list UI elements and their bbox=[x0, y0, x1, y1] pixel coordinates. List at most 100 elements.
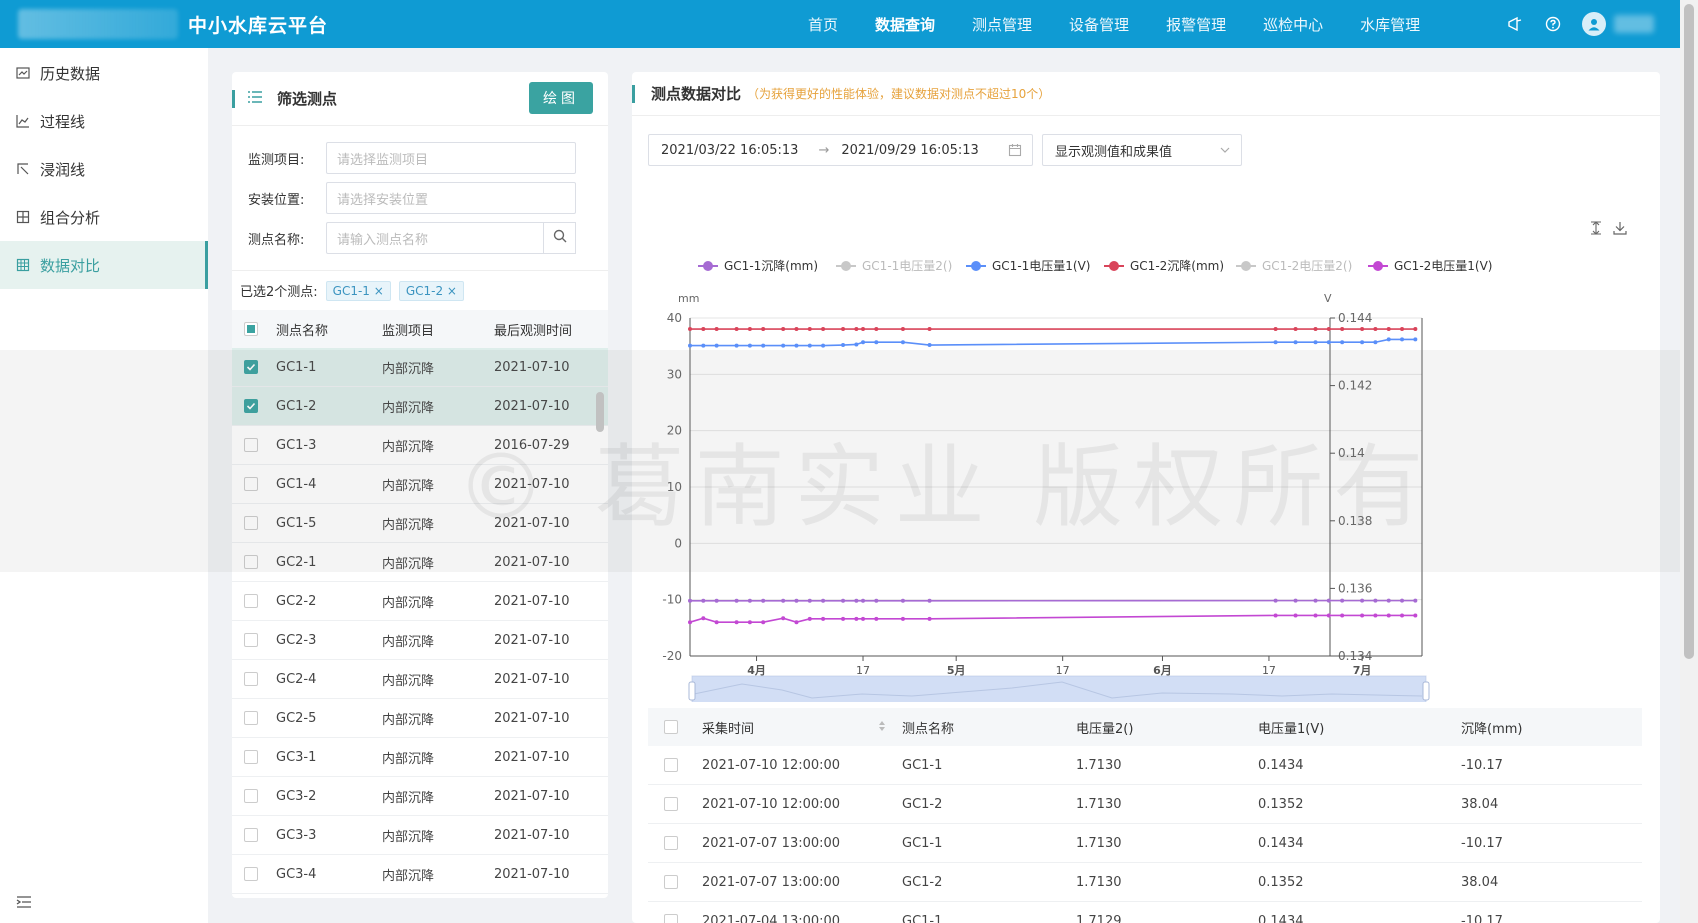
table-row[interactable]: 2021-07-10 12:00:00 GC1-1 1.7130 0.1434 -10.… bbox=[648, 746, 1642, 785]
user-name[interactable] bbox=[1614, 15, 1654, 33]
series-line-2 bbox=[690, 338, 1416, 347]
row-checkbox[interactable] bbox=[664, 914, 678, 923]
select-all-rows-checkbox[interactable] bbox=[664, 720, 678, 734]
table-row[interactable]: GC2-2 内部沉降 2021-07-10 bbox=[232, 582, 608, 621]
row-checkbox[interactable] bbox=[244, 594, 258, 608]
monitor-item: 内部沉降 bbox=[382, 790, 435, 806]
table-row[interactable]: GC1-4 内部沉降 2021-07-10 bbox=[232, 465, 608, 504]
table-row[interactable]: GC1-3 内部沉降 2016-07-29 bbox=[232, 426, 608, 465]
sidebar-item-history[interactable]: 历史数据 bbox=[0, 49, 208, 97]
row-checkbox[interactable] bbox=[244, 360, 258, 374]
nav-data-query[interactable]: 数据查询 bbox=[875, 14, 935, 35]
nav-inspection-center[interactable]: 巡检中心 bbox=[1263, 14, 1323, 35]
sidebar-item-data-compare[interactable]: 数据对比 bbox=[0, 241, 208, 289]
row-checkbox[interactable] bbox=[664, 836, 678, 850]
table-row[interactable]: GC2-3 内部沉降 2021-07-10 bbox=[232, 621, 608, 660]
data-point-2 bbox=[821, 343, 826, 348]
nav-home[interactable]: 首页 bbox=[808, 14, 838, 35]
date-start[interactable]: 2021/03/22 16:05:13 bbox=[661, 143, 798, 158]
nav-reservoir-management[interactable]: 水库管理 bbox=[1360, 14, 1420, 35]
row-checkbox[interactable] bbox=[244, 477, 258, 491]
table-row[interactable]: GC2-1 内部沉降 2021-07-10 bbox=[232, 543, 608, 582]
row-checkbox[interactable] bbox=[244, 711, 258, 725]
row-checkbox[interactable] bbox=[244, 399, 258, 413]
data-zoom-handle[interactable] bbox=[688, 681, 696, 701]
data-point-0 bbox=[734, 598, 739, 603]
table-row[interactable]: 2021-07-07 13:00:00 GC1-1 1.7130 0.1434 -10.… bbox=[648, 824, 1642, 863]
monitor-item: 内部沉降 bbox=[382, 400, 435, 416]
app-title: 中小水库云平台 bbox=[188, 14, 329, 37]
data-point-2 bbox=[781, 343, 786, 348]
selected-tag[interactable]: GC1-2 × bbox=[398, 280, 464, 301]
date-range-picker[interactable]: 2021/03/22 16:05:13 → 2021/09/29 16:05:1… bbox=[648, 134, 1033, 166]
sidebar-item-process-line[interactable]: 过程线 bbox=[0, 97, 208, 145]
date-end[interactable]: 2021/09/29 16:05:13 bbox=[841, 143, 978, 158]
megaphone-icon[interactable] bbox=[1506, 15, 1524, 33]
row-checkbox[interactable] bbox=[244, 633, 258, 647]
nav-point-management[interactable]: 测点管理 bbox=[972, 14, 1032, 35]
page-scrollbar-thumb[interactable] bbox=[1684, 4, 1694, 659]
calendar-icon[interactable] bbox=[1008, 143, 1022, 161]
help-icon[interactable] bbox=[1544, 15, 1562, 33]
nav-alarm-management[interactable]: 报警管理 bbox=[1166, 14, 1226, 35]
point-name: GC3-4 bbox=[276, 866, 317, 882]
select-all-checkbox[interactable] bbox=[244, 322, 258, 336]
data-point-5 bbox=[841, 616, 846, 621]
legend-item-label[interactable]: GC1-1沉降(mm) bbox=[724, 259, 818, 273]
table-row[interactable]: GC3-1 内部沉降 2021-07-10 bbox=[232, 738, 608, 777]
table-row[interactable]: 2021-07-04 13:00:00 GC1-1 1.7129 0.1434 -10.… bbox=[648, 902, 1642, 923]
row-checkbox[interactable] bbox=[244, 750, 258, 764]
table-row[interactable]: GC2-5 内部沉降 2021-07-10 bbox=[232, 699, 608, 738]
row-checkbox[interactable] bbox=[244, 555, 258, 569]
table-row[interactable]: GC3-2 内部沉降 2021-07-10 bbox=[232, 777, 608, 816]
table-row[interactable]: GC1-5 内部沉降 2021-07-10 bbox=[232, 504, 608, 543]
data-point-5 bbox=[1373, 613, 1378, 618]
data-point-0 bbox=[900, 598, 905, 603]
legend-item-label[interactable]: GC1-1电压量2() bbox=[862, 259, 952, 273]
row-checkbox[interactable] bbox=[244, 516, 258, 530]
row-checkbox[interactable] bbox=[664, 758, 678, 772]
sort-icon[interactable] bbox=[878, 720, 886, 736]
row-checkbox[interactable] bbox=[244, 789, 258, 803]
x-tick-label: 17 bbox=[856, 664, 870, 677]
column-header-time[interactable]: 采集时间 bbox=[694, 718, 894, 737]
voltage2-value: 1.7129 bbox=[1076, 913, 1122, 923]
monitor-item-select[interactable]: 请选择监测项目 bbox=[326, 142, 576, 174]
page-scrollbar[interactable] bbox=[1680, 0, 1698, 923]
legend-item-label[interactable]: GC1-1电压量1(V) bbox=[992, 259, 1091, 273]
display-mode-select[interactable]: 显示观测值和成果值 bbox=[1042, 134, 1242, 166]
collapse-sidebar-icon[interactable] bbox=[16, 895, 32, 909]
table-row[interactable]: 2021-07-07 13:00:00 GC1-2 1.7130 0.1352 38.0… bbox=[648, 863, 1642, 902]
sidebar-item-combined-analysis[interactable]: 组合分析 bbox=[0, 193, 208, 241]
y-tick-label-left: 0 bbox=[674, 536, 682, 550]
table-row[interactable]: GC3-3 内部沉降 2021-07-10 bbox=[232, 816, 608, 855]
data-point-5 bbox=[900, 616, 905, 621]
table-row[interactable]: GC1-2 内部沉降 2021-07-10 bbox=[232, 387, 608, 426]
table-row[interactable]: GC1-1 内部沉降 2021-07-10 bbox=[232, 348, 608, 387]
draw-button[interactable]: 绘图 bbox=[529, 82, 593, 114]
legend-item-label[interactable]: GC1-2电压量1(V) bbox=[1394, 259, 1493, 273]
legend-item-label[interactable]: GC1-2电压量2() bbox=[1262, 259, 1352, 273]
points-table-scrollbar[interactable] bbox=[596, 392, 604, 432]
row-checkbox[interactable] bbox=[244, 672, 258, 686]
row-checkbox[interactable] bbox=[664, 797, 678, 811]
y-tick-label-left: 30 bbox=[667, 367, 682, 381]
install-location-select[interactable]: 请选择安装位置 bbox=[326, 182, 576, 214]
user-avatar[interactable] bbox=[1582, 12, 1606, 36]
data-zoom-handle[interactable] bbox=[1422, 681, 1430, 701]
sidebar-item-seepage-line[interactable]: 浸润线 bbox=[0, 145, 208, 193]
table-row[interactable]: GC2-4 内部沉降 2021-07-10 bbox=[232, 660, 608, 699]
row-checkbox[interactable] bbox=[244, 828, 258, 842]
point-name-input[interactable]: 请输入测点名称 bbox=[326, 222, 544, 254]
table-row[interactable]: 2021-07-10 12:00:00 GC1-2 1.7130 0.1352 38.0… bbox=[648, 785, 1642, 824]
legend-item-label[interactable]: GC1-2沉降(mm) bbox=[1130, 259, 1224, 273]
selected-tag[interactable]: GC1-1 × bbox=[325, 280, 391, 301]
data-point-0 bbox=[794, 598, 799, 603]
row-checkbox[interactable] bbox=[664, 875, 678, 889]
nav-device-management[interactable]: 设备管理 bbox=[1069, 14, 1129, 35]
search-button[interactable] bbox=[544, 222, 576, 254]
y-tick-label-right: 0.14 bbox=[1338, 446, 1365, 460]
row-checkbox[interactable] bbox=[244, 867, 258, 881]
row-checkbox[interactable] bbox=[244, 438, 258, 452]
table-row[interactable]: GC3-4 内部沉降 2021-07-10 bbox=[232, 855, 608, 894]
